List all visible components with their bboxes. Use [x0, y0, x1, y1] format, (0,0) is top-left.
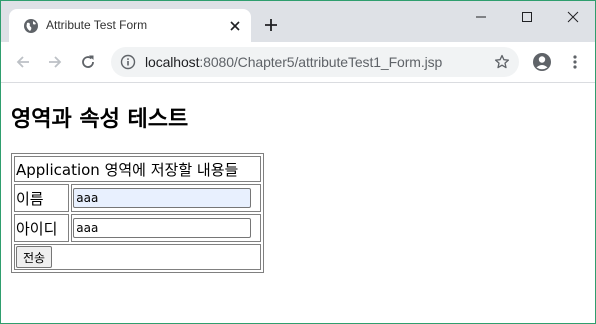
profile-icon[interactable] — [532, 52, 552, 72]
name-field-cell — [71, 184, 261, 212]
page-title: 영역과 속성 테스트 — [11, 107, 189, 132]
tab-active[interactable]: Attribute Test Form — [9, 9, 251, 42]
id-field-cell — [71, 214, 261, 242]
plus-icon[interactable] — [263, 17, 279, 33]
id-label: 아이디 — [14, 214, 70, 242]
kebab-menu-icon[interactable] — [567, 54, 583, 70]
globe-icon — [24, 19, 38, 33]
form-caption: Application 영역에 저장할 내용들 — [14, 156, 261, 182]
url-text: localhost:8080/Chapter5/attributeTest1_F… — [145, 54, 442, 70]
tab-strip: Attribute Test Form — [1, 1, 595, 42]
reload-icon[interactable] — [79, 53, 97, 71]
address-bar[interactable]: localhost:8080/Chapter5/attributeTest1_F… — [111, 47, 519, 77]
minimize-icon[interactable] — [473, 9, 489, 25]
maximize-icon[interactable] — [519, 9, 535, 25]
star-icon[interactable] — [494, 54, 510, 70]
forward-arrow-icon[interactable] — [46, 53, 64, 71]
attribute-form-table: Application 영역에 저장할 내용들 이름 아이디 전송 — [11, 153, 264, 273]
table-row: 전송 — [14, 244, 261, 270]
name-label: 이름 — [14, 184, 70, 212]
tab-title: Attribute Test Form — [46, 18, 148, 32]
info-icon[interactable] — [120, 54, 136, 70]
url-path: :8080/Chapter5/attributeTest1_Form.jsp — [199, 54, 443, 70]
name-input[interactable] — [73, 188, 252, 208]
page-content: 영역과 속성 테스트 Application 영역에 저장할 내용들 이름 아이… — [1, 83, 595, 323]
close-window-icon[interactable] — [565, 9, 581, 25]
table-row: 이름 — [14, 184, 261, 212]
browser-window: Attribute Test Form localhost:8080/Chapt… — [0, 0, 596, 324]
submit-button[interactable]: 전송 — [16, 246, 53, 268]
close-icon[interactable] — [228, 19, 242, 33]
submit-cell: 전송 — [14, 244, 261, 270]
url-host: localhost — [145, 54, 200, 70]
table-row: 아이디 — [14, 214, 261, 242]
id-input[interactable] — [73, 218, 252, 238]
back-arrow-icon[interactable] — [14, 53, 32, 71]
table-row: Application 영역에 저장할 내용들 — [14, 156, 261, 182]
browser-toolbar: localhost:8080/Chapter5/attributeTest1_F… — [1, 42, 595, 83]
